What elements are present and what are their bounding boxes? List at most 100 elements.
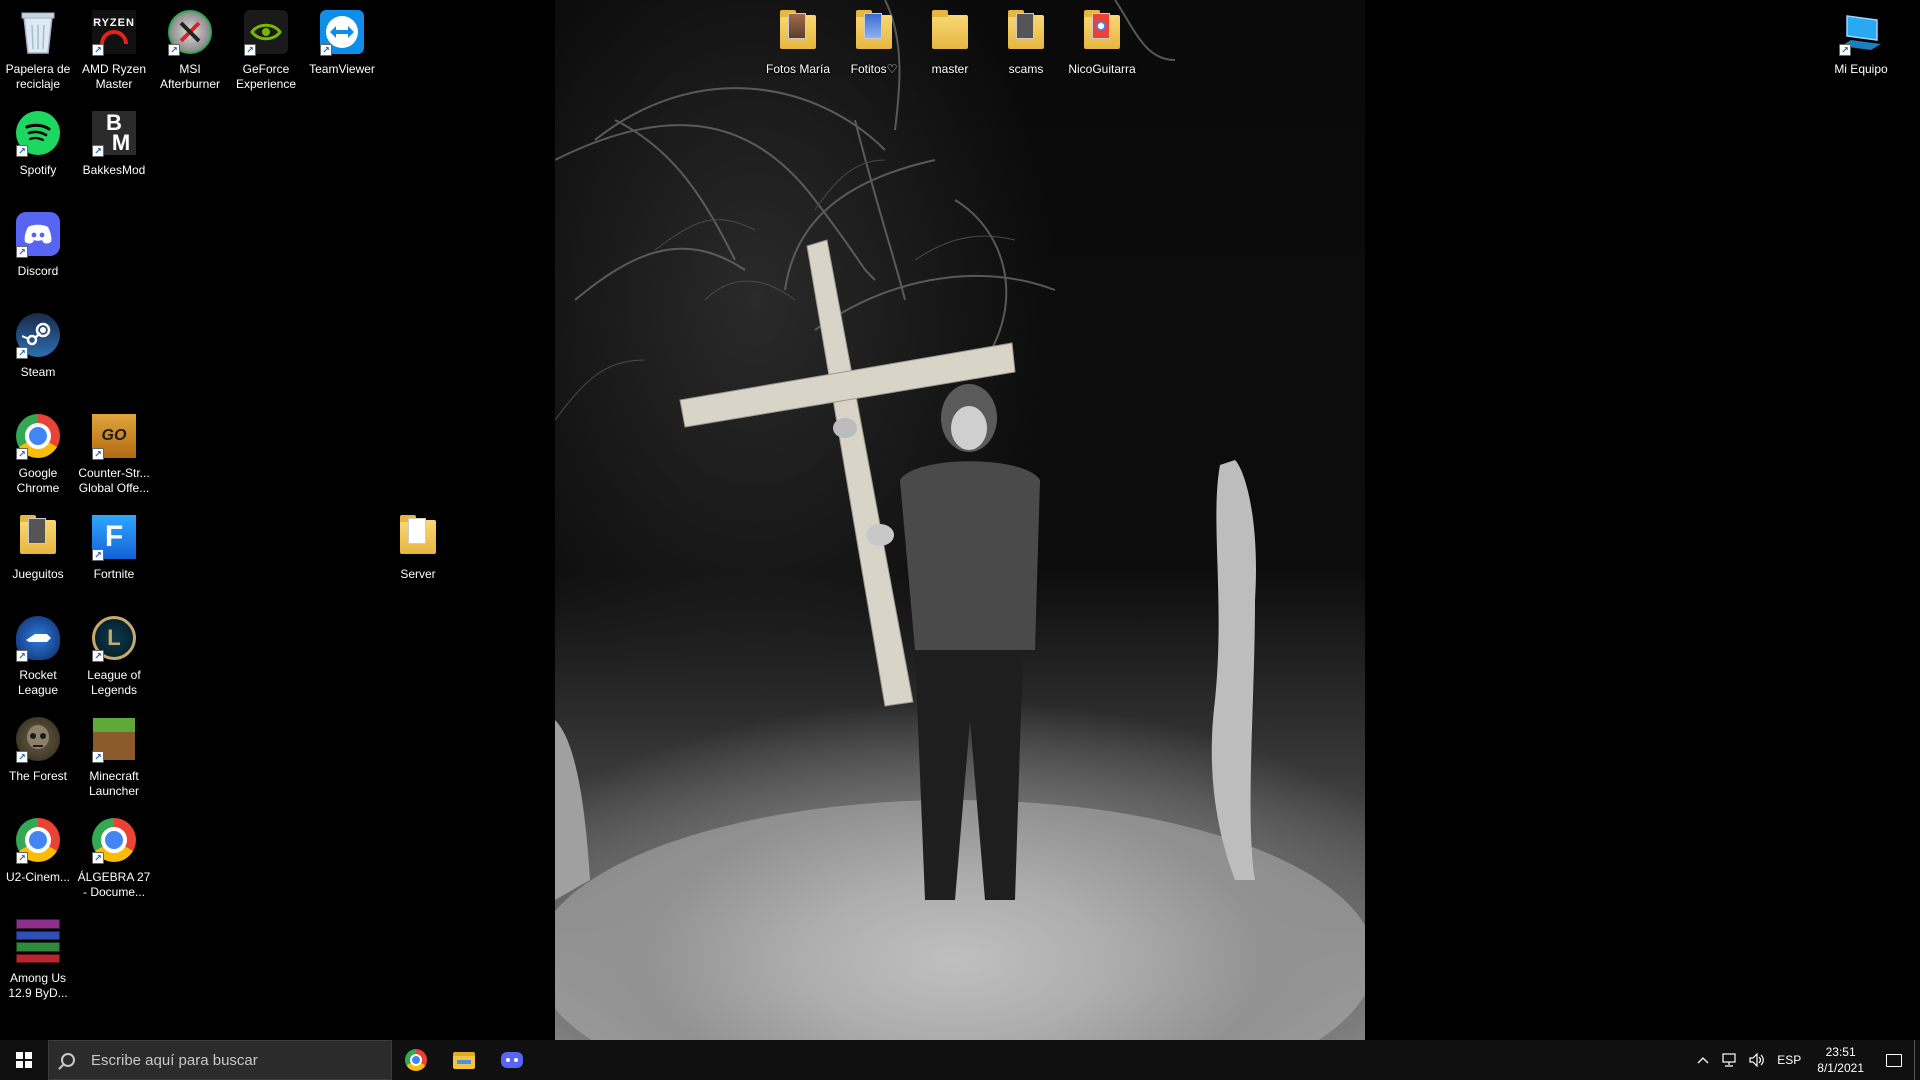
taskbar: Escribe aquí para buscar ESP 23:51 8/1/2… bbox=[0, 1040, 1920, 1080]
desktop-icon-league-of-legends[interactable]: L ↗ League of Legends bbox=[76, 608, 152, 704]
icon-label: TeamViewer bbox=[309, 62, 375, 76]
icon-label: AMD Ryzen Master bbox=[81, 62, 146, 91]
steam-icon: ↗ bbox=[14, 311, 62, 359]
network-icon bbox=[1722, 1053, 1736, 1067]
shortcut-arrow-icon: ↗ bbox=[92, 751, 104, 763]
desktop-icon-bakkesmod[interactable]: BM ↗ BakkesMod bbox=[76, 103, 152, 199]
start-button[interactable] bbox=[0, 1040, 48, 1080]
language-indicator[interactable]: ESP bbox=[1771, 1040, 1807, 1080]
desktop-icon-server[interactable]: Server bbox=[380, 507, 456, 603]
folder-icon bbox=[14, 513, 62, 561]
desktop-icon-recycle-bin[interactable]: Papelera de reciclaje bbox=[0, 2, 76, 98]
chrome-icon: ↗ bbox=[14, 816, 62, 864]
teamviewer-icon: ↗ bbox=[318, 8, 366, 56]
desktop-icon-teamviewer[interactable]: ↗ TeamViewer bbox=[304, 2, 380, 98]
icon-label: Among Us 12.9 ByD... bbox=[8, 971, 68, 1000]
desktop-icon-among-us-archive[interactable]: Among Us 12.9 ByD... bbox=[0, 911, 76, 1007]
shortcut-arrow-icon: ↗ bbox=[1839, 44, 1851, 56]
folder-icon bbox=[850, 8, 898, 56]
desktop-icon-the-forest[interactable]: ↗ The Forest bbox=[0, 709, 76, 805]
desktop-icon-geforce-experience[interactable]: ↗ GeForce Experience bbox=[228, 2, 304, 98]
desktop-icon-minecraft-launcher[interactable]: ↗ Minecraft Launcher bbox=[76, 709, 152, 805]
chevron-up-icon bbox=[1697, 1057, 1709, 1064]
icon-label: BakkesMod bbox=[82, 163, 146, 177]
icon-label: Fortnite bbox=[93, 567, 135, 581]
icon-label: Server bbox=[400, 567, 436, 581]
icon-label: ÁLGEBRA 27 - Docume... bbox=[77, 870, 151, 899]
desktop-icon-google-chrome[interactable]: ↗ Google Chrome bbox=[0, 406, 76, 502]
desktop-icon-csgo[interactable]: GO ↗ Counter-Str... Global Offe... bbox=[76, 406, 152, 502]
rocket-league-icon: ↗ bbox=[14, 614, 62, 662]
desktop-icon-fotitos[interactable]: Fotitos♡ bbox=[836, 2, 912, 98]
clock-date: 8/1/2021 bbox=[1817, 1061, 1864, 1075]
speaker-icon bbox=[1749, 1053, 1765, 1067]
show-hidden-icons-button[interactable] bbox=[1691, 1040, 1715, 1080]
chrome-icon bbox=[405, 1049, 427, 1071]
icon-label: Google Chrome bbox=[16, 466, 60, 495]
desktop-icon-fortnite[interactable]: F ↗ Fortnite bbox=[76, 507, 152, 603]
shortcut-arrow-icon: ↗ bbox=[92, 448, 104, 460]
action-center-button[interactable] bbox=[1874, 1040, 1914, 1080]
folder-icon bbox=[774, 8, 822, 56]
recycle-bin-icon bbox=[14, 8, 62, 56]
icon-label: Minecraft Launcher bbox=[88, 769, 140, 798]
icon-label: U2-Cinem... bbox=[5, 870, 70, 884]
chrome-icon: ↗ bbox=[14, 412, 62, 460]
taskbar-app-chrome[interactable] bbox=[392, 1040, 440, 1080]
icon-label: Rocket League bbox=[17, 668, 59, 697]
shortcut-arrow-icon: ↗ bbox=[244, 44, 256, 56]
folder-icon bbox=[394, 513, 442, 561]
icon-label: Spotify bbox=[19, 163, 57, 177]
msi-afterburner-icon: ↗ bbox=[166, 8, 214, 56]
icon-label: Steam bbox=[20, 365, 56, 379]
shortcut-arrow-icon: ↗ bbox=[92, 549, 104, 561]
icon-label: Papelera de reciclaje bbox=[5, 62, 71, 91]
network-button[interactable] bbox=[1715, 1040, 1743, 1080]
icon-label: Discord bbox=[17, 264, 59, 278]
spotify-icon: ↗ bbox=[14, 109, 62, 157]
shortcut-arrow-icon: ↗ bbox=[92, 852, 104, 864]
icon-label: scams bbox=[1008, 62, 1044, 76]
folder-icon bbox=[1078, 8, 1126, 56]
taskbar-app-file-explorer[interactable] bbox=[440, 1040, 488, 1080]
file-explorer-icon bbox=[453, 1051, 475, 1069]
discord-icon: ↗ bbox=[14, 210, 62, 258]
desktop-icon-jueguitos[interactable]: Jueguitos bbox=[0, 507, 76, 603]
desktop-icon-msi-afterburner[interactable]: ↗ MSI Afterburner bbox=[152, 2, 228, 98]
icon-label: League of Legends bbox=[87, 668, 141, 697]
shortcut-arrow-icon: ↗ bbox=[16, 650, 28, 662]
shortcut-arrow-icon: ↗ bbox=[16, 347, 28, 359]
clock-time: 23:51 bbox=[1825, 1045, 1856, 1059]
folder-icon bbox=[1002, 8, 1050, 56]
system-tray: ESP 23:51 8/1/2021 bbox=[1691, 1040, 1920, 1080]
desktop-icon-nicoguitarra[interactable]: NicoGuitarra bbox=[1064, 2, 1140, 98]
show-desktop-button[interactable] bbox=[1914, 1040, 1920, 1080]
folder-icon bbox=[926, 8, 974, 56]
desktop-icon-spotify[interactable]: ↗ Spotify bbox=[0, 103, 76, 199]
shortcut-arrow-icon: ↗ bbox=[16, 852, 28, 864]
shortcut-arrow-icon: ↗ bbox=[16, 246, 28, 258]
desktop-icon-steam[interactable]: ↗ Steam bbox=[0, 305, 76, 401]
fortnite-icon: F ↗ bbox=[90, 513, 138, 561]
bakkesmod-icon: BM ↗ bbox=[90, 109, 138, 157]
volume-button[interactable] bbox=[1743, 1040, 1771, 1080]
clock[interactable]: 23:51 8/1/2021 bbox=[1807, 1044, 1874, 1076]
desktop-icon-mi-equipo[interactable]: ↗ Mi Equipo bbox=[1823, 2, 1899, 98]
desktop-icon-discord[interactable]: ↗ Discord bbox=[0, 204, 76, 300]
icon-label: Fotitos♡ bbox=[850, 62, 898, 76]
search-box[interactable]: Escribe aquí para buscar bbox=[48, 1040, 392, 1080]
icon-label: NicoGuitarra bbox=[1068, 62, 1136, 76]
desktop-icon-u2-cinema[interactable]: ↗ U2-Cinem... bbox=[0, 810, 76, 906]
desktop-icon-fotos-maria[interactable]: Fotos María bbox=[760, 2, 836, 98]
desktop-icon-algebra-document[interactable]: ↗ ÁLGEBRA 27 - Docume... bbox=[76, 810, 152, 906]
desktop-icon-amd-ryzen-master[interactable]: RYZEN ↗ AMD Ryzen Master bbox=[76, 2, 152, 98]
desktop-icon-scams[interactable]: scams bbox=[988, 2, 1064, 98]
league-icon: L ↗ bbox=[90, 614, 138, 662]
desktop-icon-master[interactable]: master bbox=[912, 2, 988, 98]
discord-icon bbox=[501, 1052, 523, 1068]
desktop-icon-rocket-league[interactable]: ↗ Rocket League bbox=[0, 608, 76, 704]
icon-label: Mi Equipo bbox=[1834, 62, 1888, 76]
shortcut-arrow-icon: ↗ bbox=[320, 44, 332, 56]
amd-ryzen-icon: RYZEN ↗ bbox=[90, 8, 138, 56]
taskbar-app-discord[interactable] bbox=[488, 1040, 536, 1080]
